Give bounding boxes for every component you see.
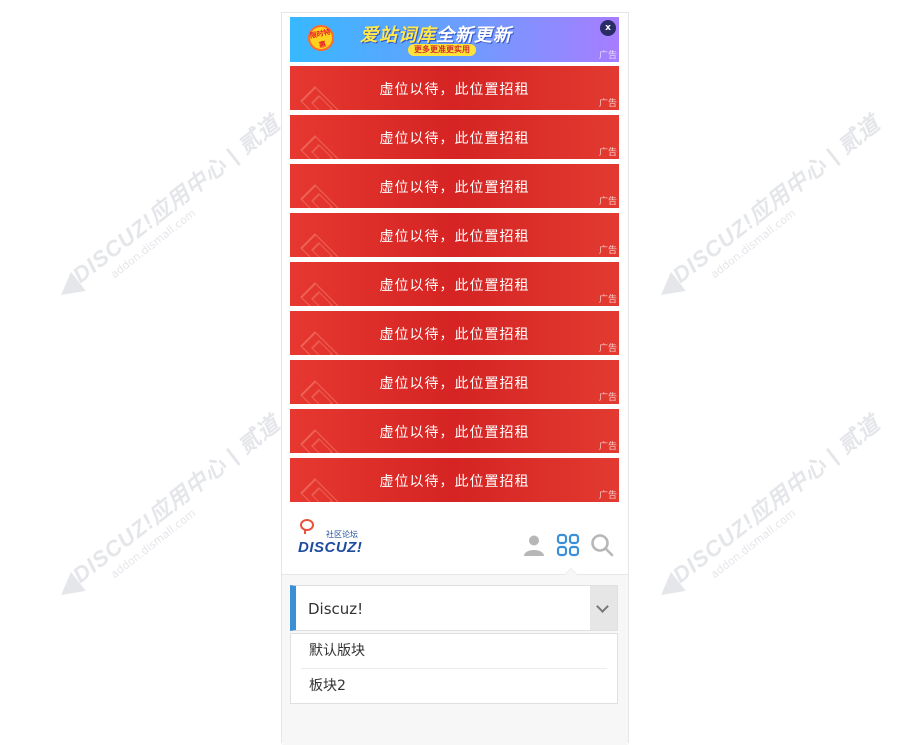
ad-tag: 广告: [598, 51, 617, 61]
rental-ad[interactable]: 虚位以待，此位置招租 广告: [290, 115, 619, 159]
banner-subline: 更多更准更实用: [408, 44, 476, 56]
sub-forum-list: 默认版块 板块2: [290, 633, 618, 704]
logo-brand-text: DISCUZ!: [298, 539, 363, 556]
menu-caret: [564, 568, 578, 575]
rental-ad[interactable]: 虚位以待，此位置招租 广告: [290, 262, 619, 306]
search-icon[interactable]: [590, 533, 614, 557]
watermark-sub: addon.dismall.com: [108, 206, 199, 282]
sub-forum-item[interactable]: 默认版块: [301, 634, 607, 669]
discuz-logo[interactable]: 社区论坛 DISCUZ!: [298, 519, 368, 559]
rental-ad[interactable]: 虚位以待，此位置招租 广告: [290, 409, 619, 453]
forum-nav: Discuz! 默认版块 板块2: [282, 575, 628, 745]
ad-tag: 广告: [598, 393, 617, 403]
ad-tag: 广告: [598, 344, 617, 354]
rental-ad-text: 虚位以待，此位置招租: [379, 376, 530, 392]
ad-tag: 广告: [598, 197, 617, 207]
watermark-arrow-icon: [653, 571, 686, 605]
top-ad-banner[interactable]: 限时特惠 爱站词库全新更新 更多更准更实用 x 广告: [290, 17, 619, 62]
sub-forum-item[interactable]: 板块2: [301, 669, 607, 703]
banner-headline-b: 全新更新: [436, 25, 512, 46]
watermark: DISCUZ!应用中心 | 贰道 addon.dismall.com: [53, 110, 285, 312]
ad-list: 限时特惠 爱站词库全新更新 更多更准更实用 x 广告 虚位以待，此位置招租 广告…: [290, 17, 619, 507]
watermark-sub: addon.dismall.com: [108, 506, 199, 582]
apps-grid-icon[interactable]: [556, 533, 580, 557]
ad-tag: 广告: [598, 295, 617, 305]
watermark-arrow-icon: [653, 271, 686, 305]
site-header: 社区论坛 DISCUZ!: [282, 513, 628, 575]
rental-ad-text: 虚位以待，此位置招租: [379, 131, 530, 147]
watermark: DISCUZ!应用中心 | 贰道 addon.dismall.com: [653, 410, 885, 612]
ad-tag: 广告: [598, 99, 617, 109]
watermark-logo: DISCUZ!应用中心 | 贰道: [667, 410, 885, 588]
watermark-arrow-icon: [53, 571, 86, 605]
forum-select-value: Discuz!: [308, 600, 364, 618]
user-icon[interactable]: [522, 533, 546, 557]
rental-ad[interactable]: 虚位以待，此位置招租 广告: [290, 66, 619, 110]
watermark-logo: DISCUZ!应用中心 | 贰道: [67, 410, 285, 588]
rental-ad[interactable]: 虚位以待，此位置招租 广告: [290, 213, 619, 257]
rental-ad-text: 虚位以待，此位置招租: [379, 82, 530, 98]
ad-tag: 广告: [598, 491, 617, 501]
ad-tag: 广告: [598, 442, 617, 452]
rental-ad[interactable]: 虚位以待，此位置招租 广告: [290, 458, 619, 502]
speech-bubble-tail: [304, 529, 311, 534]
watermark-sub: addon.dismall.com: [708, 206, 799, 282]
ad-tag: 广告: [598, 148, 617, 158]
rental-ad[interactable]: 虚位以待，此位置招租 广告: [290, 164, 619, 208]
watermark-logo: DISCUZ!应用中心 | 贰道: [667, 110, 885, 288]
rental-ad-text: 虚位以待，此位置招租: [379, 327, 530, 343]
chevron-down-icon[interactable]: [590, 586, 617, 630]
rental-ad[interactable]: 虚位以待，此位置招租 广告: [290, 360, 619, 404]
header-actions: [522, 533, 614, 557]
promo-badge: 限时特惠: [305, 22, 337, 54]
rental-ad-text: 虚位以待，此位置招租: [379, 425, 530, 441]
rental-ad-text: 虚位以待，此位置招租: [379, 229, 530, 245]
watermark-arrow-icon: [53, 271, 86, 305]
watermark: DISCUZ!应用中心 | 贰道 addon.dismall.com: [53, 410, 285, 612]
watermark-logo: DISCUZ!应用中心 | 贰道: [67, 110, 285, 288]
rental-ad-text: 虚位以待，此位置招租: [379, 278, 530, 294]
forum-select[interactable]: Discuz!: [290, 585, 618, 631]
mobile-page: 限时特惠 爱站词库全新更新 更多更准更实用 x 广告 虚位以待，此位置招租 广告…: [281, 12, 629, 745]
ad-tag: 广告: [598, 246, 617, 256]
rental-ad-text: 虚位以待，此位置招租: [379, 180, 530, 196]
watermark: DISCUZ!应用中心 | 贰道 addon.dismall.com: [653, 110, 885, 312]
rental-ad[interactable]: 虚位以待，此位置招租 广告: [290, 311, 619, 355]
banner-headline-a: 爱站词库: [360, 25, 436, 46]
rental-ad-text: 虚位以待，此位置招租: [379, 474, 530, 490]
watermark-sub: addon.dismall.com: [708, 506, 799, 582]
close-ad-button[interactable]: x: [600, 20, 616, 36]
